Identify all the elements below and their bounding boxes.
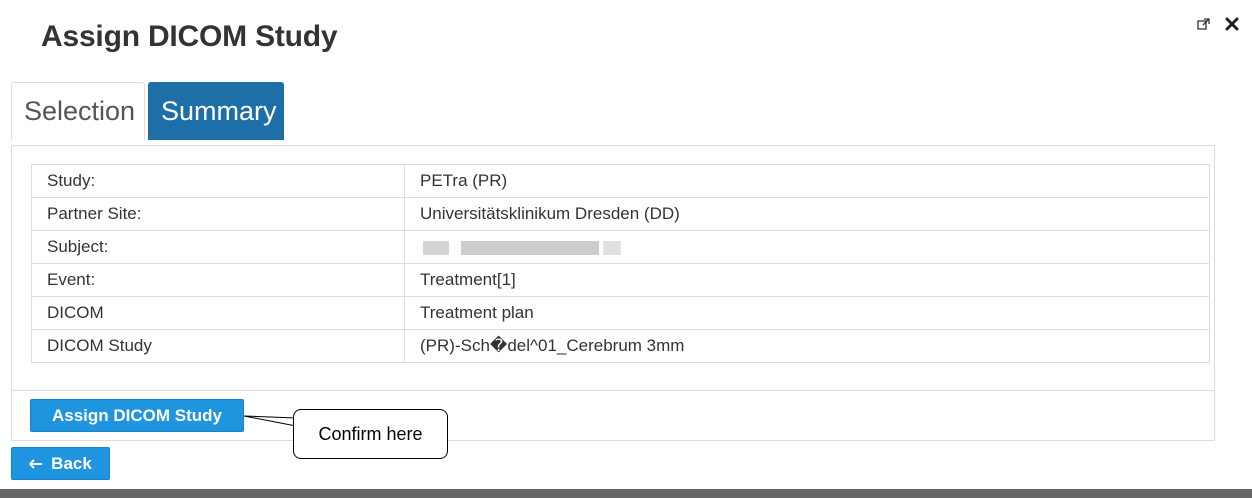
tab-bar: Selection Summary bbox=[11, 82, 284, 140]
table-row: DICOM Treatment plan bbox=[31, 296, 1210, 330]
table-row: Study: PETra (PR) bbox=[31, 164, 1210, 198]
table-row: Partner Site: Universitätsklinikum Dresd… bbox=[31, 197, 1210, 231]
callout-annotation: Confirm here bbox=[293, 409, 448, 459]
row-value-study: PETra (PR) bbox=[404, 164, 1210, 198]
summary-table: Study: PETra (PR) Partner Site: Universi… bbox=[31, 164, 1210, 363]
back-button-label: Back bbox=[51, 453, 92, 473]
row-label-study: Study: bbox=[31, 164, 405, 198]
page-title: Assign DICOM Study bbox=[41, 20, 338, 53]
row-value-subject bbox=[404, 230, 1210, 264]
arrow-left-icon bbox=[29, 454, 43, 474]
redacted-block bbox=[603, 240, 621, 255]
row-value-dicom: Treatment plan bbox=[404, 296, 1210, 330]
row-label-dicom: DICOM bbox=[31, 296, 405, 330]
row-label-dicom-study: DICOM Study bbox=[31, 329, 405, 363]
window-controls bbox=[1196, 16, 1240, 32]
external-link-icon[interactable] bbox=[1196, 16, 1212, 32]
table-row: DICOM Study (PR)-Sch�del^01_Cerebrum 3mm bbox=[31, 329, 1210, 363]
row-label-subject: Subject: bbox=[31, 230, 405, 264]
assign-dicom-study-button[interactable]: Assign DICOM Study bbox=[30, 399, 244, 432]
summary-panel: Study: PETra (PR) Partner Site: Universi… bbox=[11, 145, 1215, 441]
row-label-event: Event: bbox=[31, 263, 405, 297]
redacted-block bbox=[461, 240, 599, 255]
table-row: Subject: bbox=[31, 230, 1210, 264]
table-row: Event: Treatment[1] bbox=[31, 263, 1210, 297]
row-value-partner-site: Universitätsklinikum Dresden (DD) bbox=[404, 197, 1210, 231]
tab-summary[interactable]: Summary bbox=[148, 82, 284, 140]
panel-footer-divider bbox=[12, 390, 1214, 391]
redacted-block bbox=[423, 240, 449, 255]
back-button[interactable]: Back bbox=[11, 447, 110, 480]
row-value-dicom-study: (PR)-Sch�del^01_Cerebrum 3mm bbox=[404, 329, 1210, 363]
bottom-bar bbox=[0, 489, 1252, 498]
row-label-partner-site: Partner Site: bbox=[31, 197, 405, 231]
row-value-event: Treatment[1] bbox=[404, 263, 1210, 297]
close-icon[interactable] bbox=[1224, 16, 1240, 32]
tab-selection[interactable]: Selection bbox=[11, 82, 145, 140]
